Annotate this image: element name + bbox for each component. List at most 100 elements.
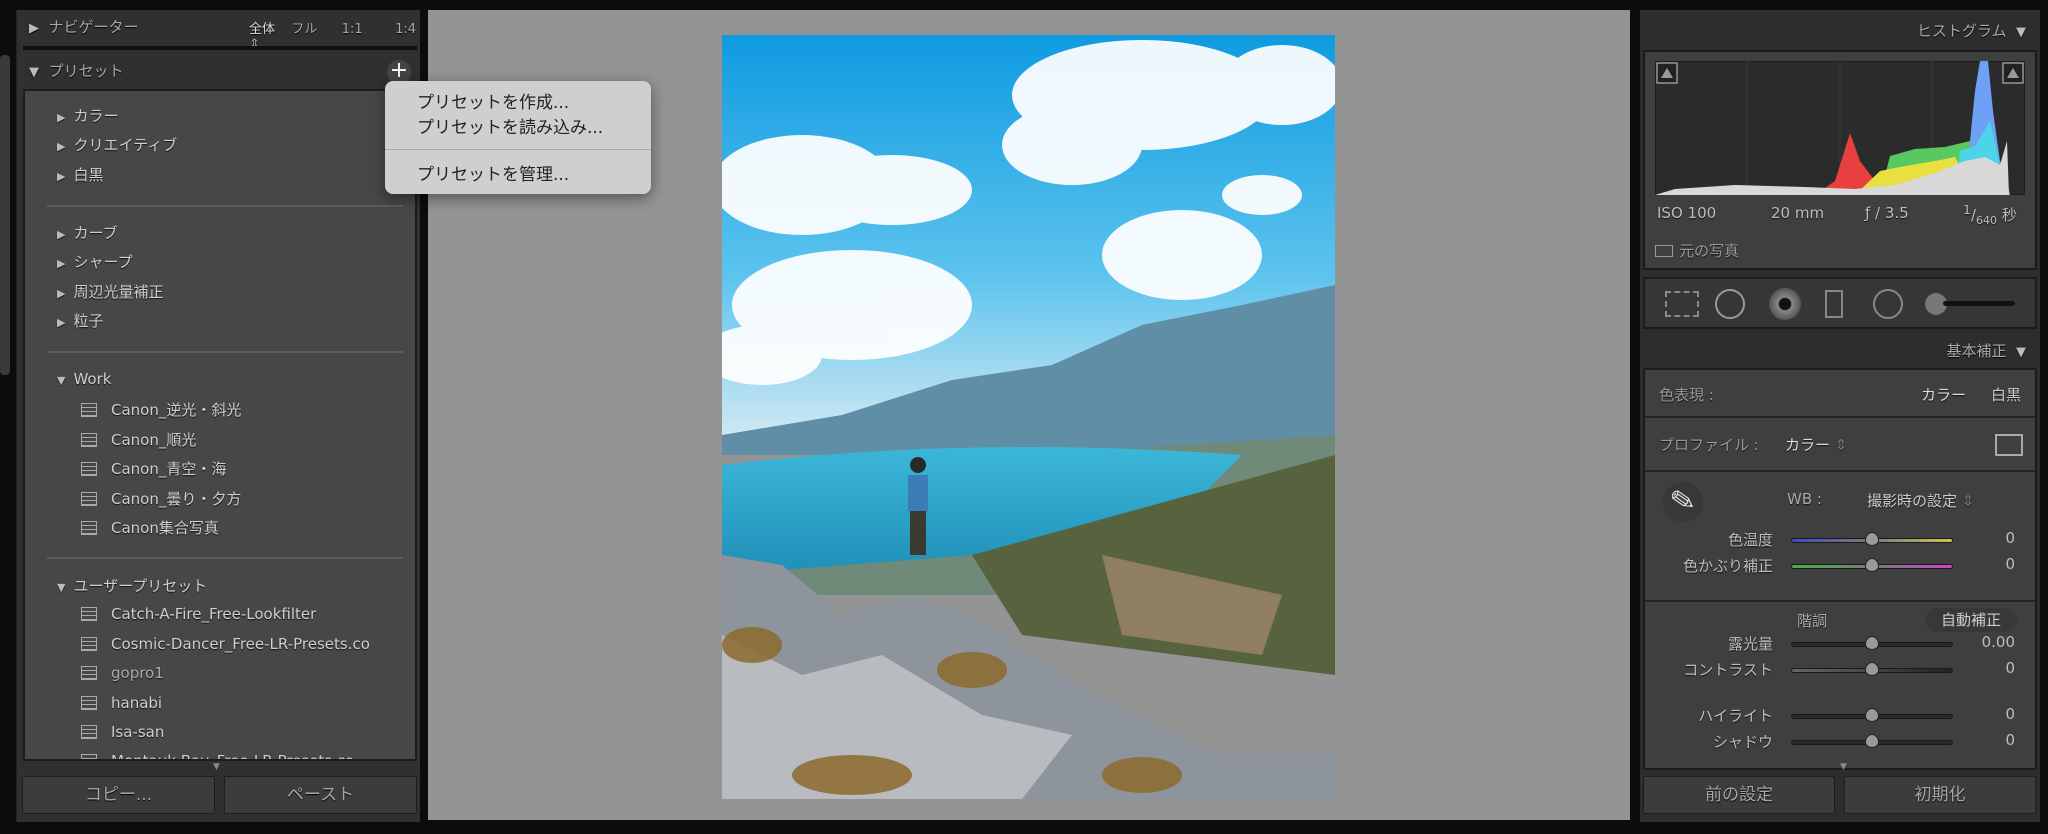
preset-group[interactable]: ▶ 白黒 xyxy=(57,164,103,185)
highlights-slider[interactable] xyxy=(1791,708,1953,722)
wb-select[interactable]: 撮影時の設定 ⇕ xyxy=(1867,490,1974,511)
slider-label: シャドウ xyxy=(1712,733,1773,751)
treatment-color-button[interactable]: カラー xyxy=(1921,384,1966,405)
slider-value[interactable]: 0 xyxy=(2005,659,2015,677)
slider-label: 色かぶり補正 xyxy=(1682,557,1773,575)
expand-triangle-icon: ▶ xyxy=(57,257,66,270)
collapse-triangle-icon: ▼ xyxy=(57,581,66,594)
tool-strip xyxy=(1643,277,2037,329)
temp-slider[interactable] xyxy=(1791,532,1953,546)
expand-triangle-icon: ▶ xyxy=(57,170,66,183)
slider-value[interactable]: 0 xyxy=(2005,705,2015,723)
preset-group-user[interactable]: ▼ ユーザープリセット xyxy=(57,575,207,596)
preset-group[interactable]: ▶ 周辺光量補正 xyxy=(57,281,163,302)
basic-header[interactable]: 基本補正 ▼ xyxy=(1946,340,2026,361)
spot-removal-icon[interactable] xyxy=(1715,289,1745,319)
preset-group[interactable]: ▶ 粒子 xyxy=(57,310,103,331)
zoom-1-1[interactable]: 1:1 xyxy=(342,22,363,37)
exposure-slider[interactable] xyxy=(1791,636,1953,650)
slider-value[interactable]: 0.00 xyxy=(1982,633,2015,651)
presets-header[interactable]: ▼ プリセット xyxy=(29,60,124,81)
preset-item[interactable]: Canon集合写真 xyxy=(81,517,219,538)
slider-thumb[interactable] xyxy=(1865,734,1879,748)
slider-thumb[interactable] xyxy=(1865,708,1879,722)
collapse-triangle-icon: ▼ xyxy=(2016,25,2026,40)
expand-triangle-icon: ▶ xyxy=(29,21,39,36)
expand-triangle-icon: ▶ xyxy=(57,111,66,124)
collapse-triangle-icon: ▼ xyxy=(57,374,66,387)
brush-size-slider[interactable] xyxy=(1943,301,2015,306)
wb-eyedropper-icon[interactable]: ✎ xyxy=(1659,478,1707,526)
slider-value[interactable]: 0 xyxy=(2005,731,2015,749)
slider-label: 色温度 xyxy=(1727,531,1773,549)
histogram-graph xyxy=(1655,61,2025,195)
slider-thumb[interactable] xyxy=(1865,532,1879,546)
right-panel: ヒストグラム ▼ ISO 100 20 mm ƒ / 3.5 1/640 秒 元… xyxy=(1640,10,2040,822)
auto-tone-button[interactable]: 自動補正 xyxy=(1925,608,2017,632)
expand-triangle-icon: ▶ xyxy=(57,316,66,329)
wb-label: WB : xyxy=(1787,490,1822,508)
profile-browser-grid-icon[interactable] xyxy=(1995,434,2023,456)
collapse-triangle-icon: ▼ xyxy=(2016,345,2026,360)
treatment-bw-button[interactable]: 白黒 xyxy=(1991,384,2021,405)
preset-item[interactable]: Canon_青空・海 xyxy=(81,458,226,479)
radial-filter-icon[interactable] xyxy=(1873,289,1903,319)
menu-item-import-presets[interactable]: プリセットを読み込み... xyxy=(417,113,603,138)
histogram-header[interactable]: ヒストグラム ▼ xyxy=(1917,20,2026,41)
slider-thumb[interactable] xyxy=(1865,558,1879,572)
preset-group[interactable]: ▶ カーブ xyxy=(57,222,118,243)
preset-item[interactable]: gopro1 xyxy=(81,664,164,682)
slider-value[interactable]: 0 xyxy=(2005,555,2015,573)
stepper-icon: ⇕ xyxy=(1834,436,1848,454)
preset-group[interactable]: ▶ カラー xyxy=(57,105,118,126)
preset-item[interactable]: Canon_順光 xyxy=(81,429,196,450)
crop-overlay-icon[interactable] xyxy=(1665,291,1699,317)
menu-item-manage-presets[interactable]: プリセットを管理... xyxy=(417,160,569,185)
graduated-filter-icon[interactable] xyxy=(1825,290,1843,318)
preset-item[interactable]: Canon_曇り・夕方 xyxy=(81,488,241,509)
preset-icon xyxy=(81,607,97,621)
preset-icon xyxy=(81,462,97,476)
red-eye-icon[interactable] xyxy=(1769,288,1801,320)
slider-label: 露光量 xyxy=(1727,635,1773,653)
preset-item[interactable]: hanabi xyxy=(81,694,162,712)
paste-button[interactable]: ペースト xyxy=(224,776,417,814)
slider-thumb[interactable] xyxy=(1865,662,1879,676)
reset-button[interactable]: 初期化 xyxy=(1844,776,2036,814)
preset-group-work[interactable]: ▼ Work xyxy=(57,370,111,388)
panel-resize-arrow-icon[interactable]: ▼ xyxy=(213,762,220,772)
copy-button[interactable]: コピー... xyxy=(22,776,215,814)
menu-item-create-preset[interactable]: プリセットを作成... xyxy=(417,88,569,113)
expand-triangle-icon: ▶ xyxy=(57,140,66,153)
contrast-slider[interactable] xyxy=(1791,662,1953,676)
shadows-slider[interactable] xyxy=(1791,734,1953,748)
preset-icon xyxy=(81,637,97,651)
zoom-1-4[interactable]: 1:4 xyxy=(395,22,416,37)
slider-label: コントラスト xyxy=(1683,661,1773,679)
zoom-fit[interactable]: 全体 xyxy=(249,22,275,37)
preset-group[interactable]: ▶ シャープ xyxy=(57,251,133,272)
exif-shutter: 1/640 秒 xyxy=(1963,202,2017,227)
slider-value[interactable]: 0 xyxy=(2005,529,2015,547)
preset-icon xyxy=(81,666,97,680)
preset-group[interactable]: ▶ クリエイティブ xyxy=(57,134,177,155)
preset-item[interactable]: Catch-A-Fire_Free-Lookfilter xyxy=(81,605,316,623)
navigator-divider xyxy=(23,46,417,50)
preset-item[interactable]: Cosmic-Dancer_Free-LR-Presets.co xyxy=(81,635,370,653)
navigator-header[interactable]: ▶ ナビゲーター xyxy=(29,16,139,37)
exif-focal-length: 20 mm xyxy=(1771,204,1825,222)
tint-slider[interactable] xyxy=(1791,558,1953,572)
stepper-icon: ⇕ xyxy=(1961,492,1975,510)
zoom-fill[interactable]: フル xyxy=(291,22,317,37)
previous-settings-button[interactable]: 前の設定 xyxy=(1643,776,1835,814)
profile-select[interactable]: カラー ⇕ xyxy=(1785,434,1847,455)
left-scrollbar[interactable] xyxy=(0,55,10,375)
preset-item[interactable]: Montauk-Bay_Free-LR-Presets.co xyxy=(81,752,354,759)
exif-aperture: ƒ / 3.5 xyxy=(1865,204,1909,222)
slider-thumb[interactable] xyxy=(1865,636,1879,650)
preset-item[interactable]: Canon_逆光・斜光 xyxy=(81,399,241,420)
panel-resize-arrow-icon[interactable]: ▼ xyxy=(1840,762,1847,772)
preset-item[interactable]: Isa-san xyxy=(81,723,164,741)
original-photo-toggle[interactable]: 元の写真 xyxy=(1655,240,1739,261)
treatment-label: 色表現 : xyxy=(1659,386,1714,404)
